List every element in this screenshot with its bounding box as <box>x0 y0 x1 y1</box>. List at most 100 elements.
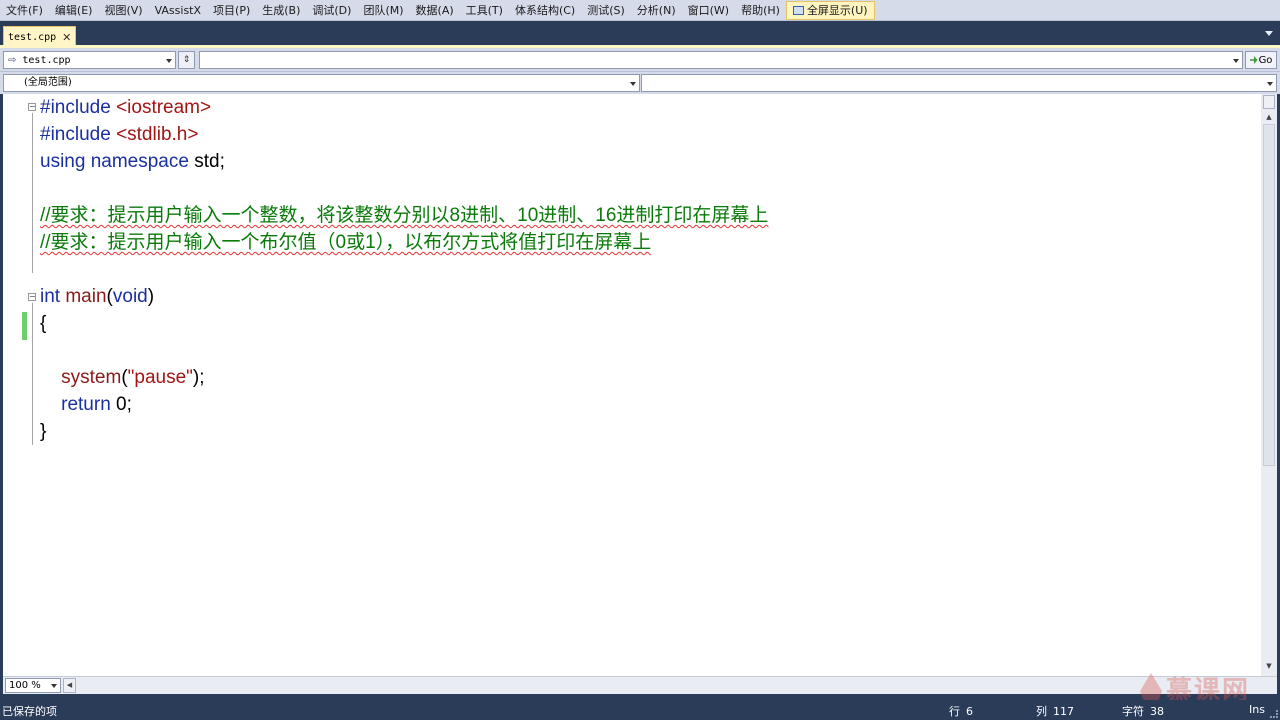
code-line[interactable]: int main(void) <box>40 283 154 310</box>
menu-item[interactable]: 分析(N) <box>631 1 682 20</box>
code-token: //要求：提示用户输入一个布尔值（0或1），以布尔方式将值打印在屏幕上 <box>40 232 652 253</box>
scope-label: (全局范围) <box>24 77 72 88</box>
code-token: "pause" <box>127 367 193 388</box>
horizontal-scrollbar: 100 % ◀ <box>3 676 1277 694</box>
code-line[interactable]: system("pause"); <box>40 364 205 391</box>
line-value: 6 <box>966 705 973 718</box>
code-token: { <box>40 313 47 334</box>
status-char: 字符 38 <box>1122 703 1164 719</box>
char-label: 字符 <box>1122 705 1144 718</box>
menu-item[interactable]: 调试(D) <box>306 1 357 20</box>
menu-item[interactable]: 测试(S) <box>581 1 631 20</box>
close-icon[interactable]: ✕ <box>62 32 71 43</box>
code-token: void <box>112 286 148 307</box>
code-token: <iostream> <box>116 97 212 118</box>
menu-item[interactable]: 生成(B) <box>256 1 306 20</box>
go-button[interactable]: Go <box>1245 51 1277 69</box>
code-token: using namespace <box>40 151 195 172</box>
split-handle[interactable] <box>1263 95 1275 109</box>
chevron-down-icon <box>1267 82 1273 86</box>
status-line: 行6 <box>949 703 973 719</box>
code-token: ) <box>147 286 155 307</box>
code-token: ); <box>192 367 205 388</box>
scroll-thumb[interactable] <box>1263 124 1275 466</box>
resize-grip-icon[interactable] <box>1270 710 1278 718</box>
code-line[interactable]: //要求：提示用户输入一个整数，将该整数分别以8进制、10进制、16进制打印在屏… <box>40 202 768 229</box>
code-token: } <box>40 421 47 442</box>
go-arrow-icon <box>1249 56 1258 64</box>
menu-bar: 文件(F) 编辑(E) 视图(V) VAssistX 项目(P) 生成(B) 调试(D) 团队… <box>0 0 1280 21</box>
vertical-scrollbar[interactable]: ▲ ▼ <box>1261 94 1277 676</box>
code-token: return <box>61 394 117 415</box>
code-token: //要求：提示用户输入一个整数，将该整数分别以8进制、10进制、16进制打印在屏… <box>40 205 769 226</box>
code-token: std; <box>194 151 225 172</box>
scroll-left-icon[interactable]: ◀ <box>63 678 76 693</box>
code-line[interactable]: using namespace std; <box>40 148 225 175</box>
scroll-up-icon[interactable]: ▲ <box>1263 111 1275 123</box>
code-token: <stdlib.h> <box>116 124 199 145</box>
go-label: Go <box>1258 54 1273 66</box>
fullscreen-button[interactable]: 全屏显示(U) <box>785 0 875 20</box>
tab-test-cpp[interactable]: test.cpp ✕ <box>3 26 76 47</box>
column-value: 117 <box>1053 705 1074 718</box>
zoom-value: 100 % <box>9 680 41 691</box>
char-value: 38 <box>1150 705 1164 718</box>
column-label: 列 <box>1036 705 1047 718</box>
split-window-button[interactable]: ⇕ <box>178 51 195 69</box>
file-dropdown[interactable]: ⇨ test.cpp <box>3 51 176 69</box>
code-token: main <box>65 286 107 307</box>
code-line[interactable]: #include <iostream> <box>40 94 211 121</box>
code-token: system <box>61 367 122 388</box>
scope-bar: (全局范围) <box>0 72 1280 94</box>
menu-item[interactable]: VAssistX <box>149 1 207 20</box>
code-line[interactable]: //要求：提示用户输入一个布尔值（0或1），以布尔方式将值打印在屏幕上 <box>40 229 651 256</box>
code-token: #include <box>40 124 117 145</box>
menu-item[interactable]: 团队(M) <box>357 1 409 20</box>
collapse-icon[interactable]: − <box>28 293 36 301</box>
menu-item[interactable]: 视图(V) <box>98 1 148 20</box>
code-line[interactable]: return 0; <box>40 391 132 418</box>
menu-item[interactable]: 帮助(H) <box>735 1 786 20</box>
file-dropdown-label: test.cpp <box>22 54 71 66</box>
code-line[interactable]: } <box>40 418 46 445</box>
outline-line <box>32 113 33 273</box>
menu-item[interactable]: 工具(T) <box>460 1 509 20</box>
scope-dropdown[interactable]: (全局范围) <box>3 74 640 92</box>
flame-icon <box>1140 673 1162 703</box>
status-bar: 已保存的项 行6 列 117 字符 38 Ins <box>0 700 1280 720</box>
code-editor[interactable]: − − #include <iostream> #include <stdlib.… <box>3 94 1261 676</box>
outline-line <box>32 303 33 445</box>
method-dropdown[interactable] <box>199 51 1243 69</box>
status-insert-mode: Ins <box>1249 703 1265 716</box>
menu-item[interactable]: 体系结构(C) <box>509 1 581 20</box>
menu-item[interactable]: 窗口(W) <box>682 1 735 20</box>
zoom-dropdown[interactable]: 100 % <box>5 678 61 693</box>
status-message: 已保存的项 <box>2 705 57 718</box>
editor-margin <box>3 94 20 676</box>
fullscreen-label: 全屏显示(U) <box>806 3 868 17</box>
fullscreen-icon <box>792 5 804 15</box>
chevron-down-icon <box>51 684 57 688</box>
chevron-down-icon[interactable] <box>1265 31 1273 36</box>
code-line[interactable]: #include <stdlib.h> <box>40 121 198 148</box>
collapse-icon[interactable]: − <box>28 103 36 111</box>
line-label: 行 <box>949 705 960 718</box>
code-token: 0; <box>116 394 132 415</box>
navigate-icon: ⇨ <box>8 54 17 66</box>
code-token: #include <box>40 97 117 118</box>
menu-item[interactable]: 编辑(E) <box>49 1 99 20</box>
code-line[interactable]: { <box>40 310 46 337</box>
chevron-down-icon <box>166 59 172 63</box>
menu-item[interactable]: 数据(A) <box>410 1 460 20</box>
member-dropdown[interactable] <box>641 74 1277 92</box>
menu-item[interactable]: 项目(P) <box>207 1 256 20</box>
chevron-down-icon <box>1233 59 1239 63</box>
code-token: int <box>40 286 66 307</box>
menu-item[interactable]: 文件(F) <box>0 1 49 20</box>
navigation-bar: ⇨ test.cpp ⇕ Go <box>0 48 1280 72</box>
status-column: 列 117 <box>1036 703 1074 719</box>
change-indicator <box>22 312 27 340</box>
document-tab-strip: test.cpp ✕ <box>0 22 1280 47</box>
